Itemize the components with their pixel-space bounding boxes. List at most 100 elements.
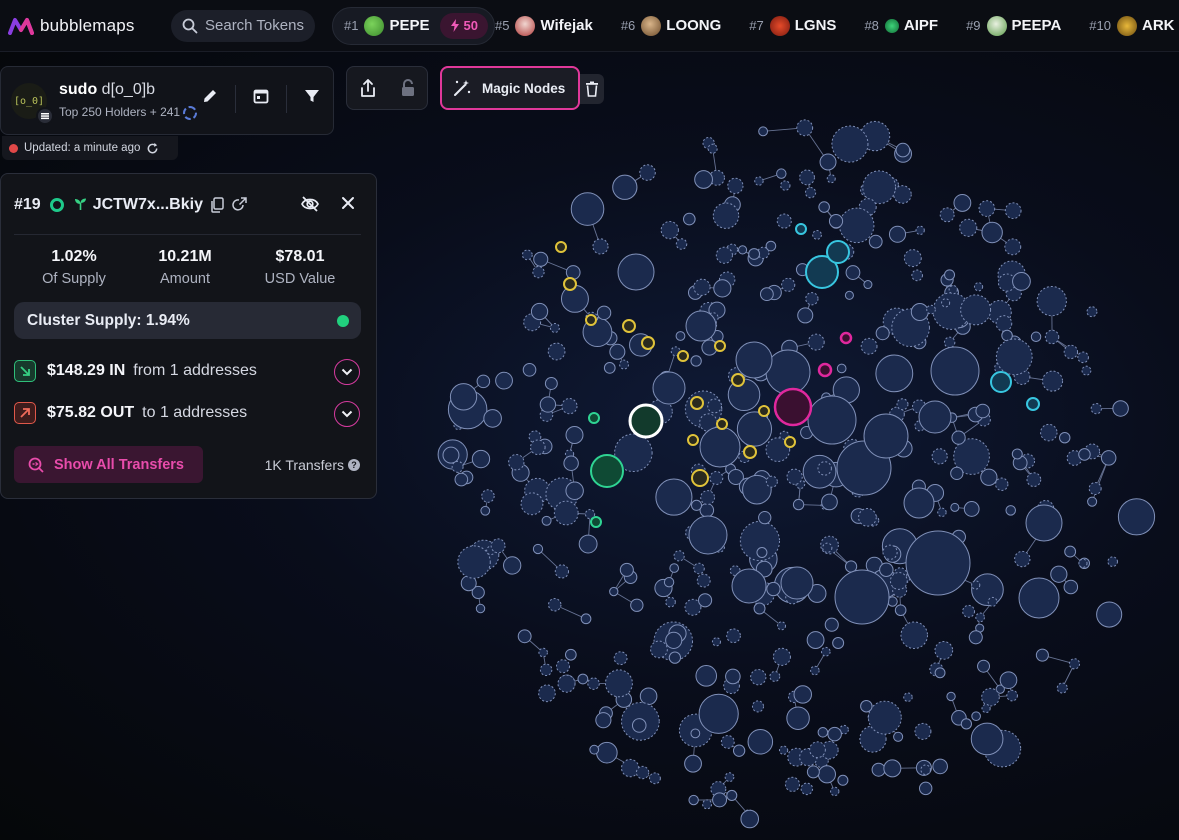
holder-bubble[interactable] [585,314,597,326]
holder-bubble[interactable] [548,598,562,612]
holder-bubble[interactable] [780,566,814,600]
holder-bubble[interactable] [539,396,557,413]
holder-bubble[interactable] [685,310,717,342]
holder-bubble[interactable] [544,377,558,390]
holder-bubble[interactable] [570,192,605,226]
holder-bubble[interactable] [930,346,980,396]
wallet-address[interactable]: JCTW7x...Bkiy [93,196,203,214]
holder-bubble[interactable] [758,511,772,525]
holder-bubble[interactable] [555,659,571,674]
trending-item-lgns[interactable]: LGNS [769,15,836,36]
holder-bubble[interactable] [777,621,787,631]
holder-bubble[interactable] [1068,658,1081,670]
holder-bubble[interactable] [532,265,545,279]
holder-bubble[interactable] [1014,550,1031,568]
holder-bubble[interactable] [1040,423,1058,442]
holder-bubble[interactable] [973,282,984,292]
holder-bubble[interactable] [726,789,738,801]
holder-bubble[interactable] [1100,450,1117,466]
holder-bubble[interactable] [960,294,992,326]
holder-bubble[interactable] [714,340,726,352]
holder-bubble[interactable] [995,338,1033,376]
holder-bubble[interactable] [619,359,630,370]
holder-bubble[interactable] [660,220,679,240]
holder-bubble[interactable] [765,475,778,488]
holder-bubble[interactable] [953,193,972,212]
holder-bubble[interactable] [837,774,849,786]
holder-bubble[interactable] [838,207,875,244]
trending-item-ark[interactable]: ARK [1117,15,1175,36]
holder-bubble[interactable] [826,240,850,264]
holder-bubble[interactable] [776,168,787,179]
holder-bubble[interactable] [826,174,836,184]
holder-bubble[interactable] [481,489,495,503]
holder-bubble[interactable] [871,762,886,777]
holder-bubble[interactable] [490,538,506,554]
filter-icon[interactable] [303,87,321,105]
holder-bubble[interactable] [1035,648,1049,662]
holder-bubble[interactable] [817,765,836,784]
holder-bubble[interactable] [971,711,981,722]
holder-bubble[interactable] [727,177,744,194]
holder-bubble[interactable] [1059,431,1071,444]
holder-bubble[interactable] [668,651,682,664]
holder-bubble[interactable] [796,119,814,137]
holder-bubble[interactable] [724,772,735,783]
holder-bubble[interactable] [690,396,704,410]
holder-bubble[interactable] [628,403,664,439]
holder-bubble[interactable] [691,469,709,487]
holder-bubble[interactable] [538,684,556,703]
holder-bubble[interactable] [931,448,948,465]
holder-bubble[interactable] [821,646,831,657]
holder-bubble[interactable] [720,734,735,749]
holder-bubble[interactable] [805,292,819,306]
refresh-icon[interactable] [146,142,159,155]
holder-bubble[interactable] [747,728,774,755]
holder-bubble[interactable] [595,712,612,729]
holder-bubble[interactable] [943,336,956,349]
trending-item-pepe[interactable]: #1 PEPE 50 [332,6,495,45]
holder-bubble[interactable] [604,669,633,698]
holder-bubble[interactable] [834,569,890,625]
holder-bubble[interactable] [521,249,533,261]
holder-bubble[interactable] [795,223,807,235]
delete-button[interactable] [580,74,604,104]
holder-bubble[interactable] [905,530,971,596]
holder-bubble[interactable] [978,200,996,217]
holder-bubble[interactable] [1077,351,1089,364]
holder-bubble[interactable] [1004,202,1022,220]
holder-bubble[interactable] [726,628,741,644]
holder-bubble[interactable] [713,279,732,298]
help-icon[interactable]: ? [348,459,360,471]
holder-bubble[interactable] [959,218,978,237]
holder-bubble[interactable] [981,221,1003,244]
holder-bubble[interactable] [731,568,767,604]
share-icon[interactable] [359,78,377,98]
expand-inflow-button[interactable] [334,359,360,385]
holder-bubble[interactable] [617,253,655,291]
holder-bubble[interactable] [819,153,837,171]
holder-bubble[interactable] [821,493,838,511]
holder-bubble[interactable] [875,326,890,341]
holder-bubble[interactable] [975,612,985,623]
holder-bubble[interactable] [937,507,947,518]
holder-bubble[interactable] [1005,505,1016,516]
holder-bubble[interactable] [592,238,609,255]
holder-bubble[interactable] [817,362,833,378]
holder-bubble[interactable] [735,341,773,379]
holder-bubble[interactable] [665,596,676,608]
holder-bubble[interactable] [743,445,757,459]
holder-bubble[interactable] [750,669,767,686]
holder-bubble[interactable] [920,764,931,776]
holder-bubble[interactable] [442,446,460,464]
holder-bubble[interactable] [963,501,980,517]
holder-bubble[interactable] [950,466,964,480]
holder-bubble[interactable] [663,576,675,588]
holder-bubble[interactable] [845,265,861,280]
holder-bubble[interactable] [1088,482,1102,495]
holder-bubble[interactable] [588,412,600,424]
holder-bubble[interactable] [700,490,716,505]
holder-bubble[interactable] [875,354,914,393]
holder-bubble[interactable] [736,411,773,447]
holder-bubble[interactable] [1050,565,1068,583]
